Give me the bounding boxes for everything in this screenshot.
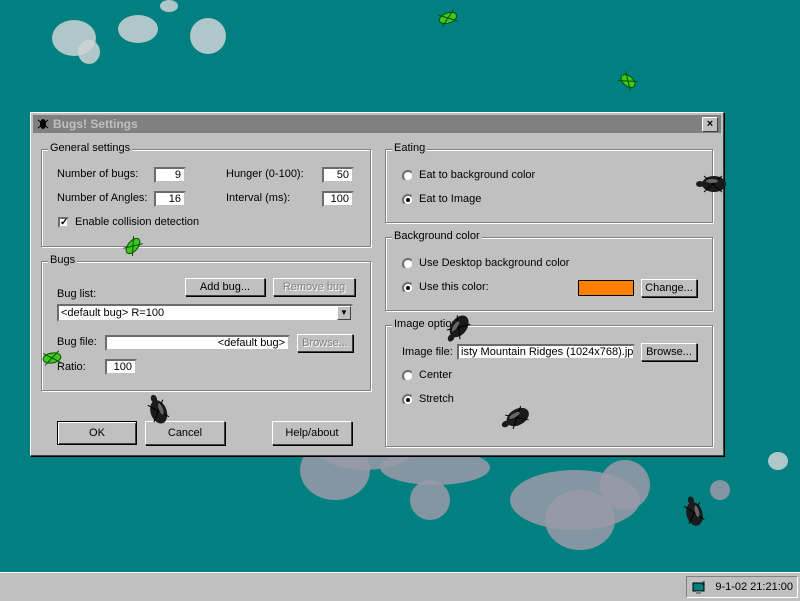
bugs-legend: Bugs [48,254,78,266]
black-beetle-icon [683,496,705,526]
stretch-radio[interactable] [402,394,414,406]
general-settings-legend: General settings [48,142,133,154]
change-color-button[interactable]: Change... [641,279,697,297]
collision-label: Enable collision detection [75,216,200,228]
taskbar: z 9-1-02 21:21:00 [0,572,800,601]
background-color-group: Background color Use Desktop background … [385,230,713,311]
clock[interactable]: 9-1-02 21:21:00 [715,581,793,593]
num-bugs-label: Number of bugs: [57,168,139,180]
bug-list-value: <default bug> R=100 [61,307,165,319]
num-angles-label: Number of Angles: [57,192,148,204]
green-bug-icon [42,350,62,366]
settings-dialog: Bugs! Settings × General settings Number… [30,112,724,456]
bug-icon [37,119,49,129]
num-angles-input[interactable]: 16 [154,191,186,207]
green-bug-icon [123,235,143,257]
bug-list-label: Bug list: [57,288,97,300]
color-swatch[interactable] [578,280,634,296]
system-tray: z 9-1-02 21:21:00 [686,576,798,598]
bug-file-input[interactable]: <default bug> [105,335,290,351]
this-color-label: Use this color: [419,281,489,293]
desktop-color-label: Use Desktop background color [419,257,570,269]
interval-input[interactable]: 100 [322,191,354,207]
window-title: Bugs! Settings [53,117,138,131]
eat-image-radio[interactable] [402,194,414,206]
collision-checkbox[interactable]: ✓ [58,217,69,228]
background-color-legend: Background color [392,230,482,242]
title-bar[interactable]: Bugs! Settings × [33,115,721,133]
bugs-group: Bugs Add bug... Remove bug Bug list: <de… [41,254,371,391]
eating-group: Eating Eat to background color Eat to Im… [385,142,713,223]
help-about-button[interactable]: Help/about [272,421,352,445]
this-color-radio[interactable] [402,282,414,294]
remove-bug-button[interactable]: Remove bug [273,278,355,296]
desktop: { "window": { "title": "Bugs! Settings",… [0,0,800,601]
green-bug-icon [617,71,639,91]
eat-image-label: Eat to Image [419,193,482,205]
hunger-label: Hunger (0-100): [226,168,304,180]
chevron-down-icon[interactable]: ▼ [337,306,351,320]
eating-legend: Eating [392,142,428,154]
green-bug-icon [438,9,458,27]
bug-browse-button[interactable]: Browse... [297,334,353,352]
ok-button[interactable]: OK [57,421,137,445]
eat-bg-radio[interactable] [402,170,414,182]
black-beetle-icon [696,175,726,193]
black-beetle-icon [446,315,471,342]
add-bug-button[interactable]: Add bug... [185,278,265,296]
svg-text:z: z [702,581,705,587]
center-label: Center [419,369,453,381]
center-radio[interactable] [402,370,414,382]
black-beetle-icon [147,394,170,424]
general-settings-group: General settings Number of bugs: 9 Numbe… [41,142,371,247]
eat-bg-label: Eat to background color [419,169,536,181]
monitor-icon[interactable]: z [691,580,707,596]
ratio-input[interactable]: 100 [105,359,137,375]
image-browse-button[interactable]: Browse... [641,343,697,361]
num-bugs-input[interactable]: 9 [154,167,186,183]
interval-label: Interval (ms): [226,192,291,204]
image-file-input[interactable]: isty Mountain Ridges (1024x768).jpg [457,344,635,360]
hunger-input[interactable]: 50 [322,167,354,183]
bug-list-select[interactable]: <default bug> R=100 ▼ [57,304,353,322]
image-options-group: Image options Image file: isty Mountain … [385,318,713,447]
stretch-label: Stretch [419,393,454,405]
desktop-color-radio[interactable] [402,258,414,270]
close-button[interactable]: × [702,117,718,132]
black-beetle-icon [501,405,529,430]
